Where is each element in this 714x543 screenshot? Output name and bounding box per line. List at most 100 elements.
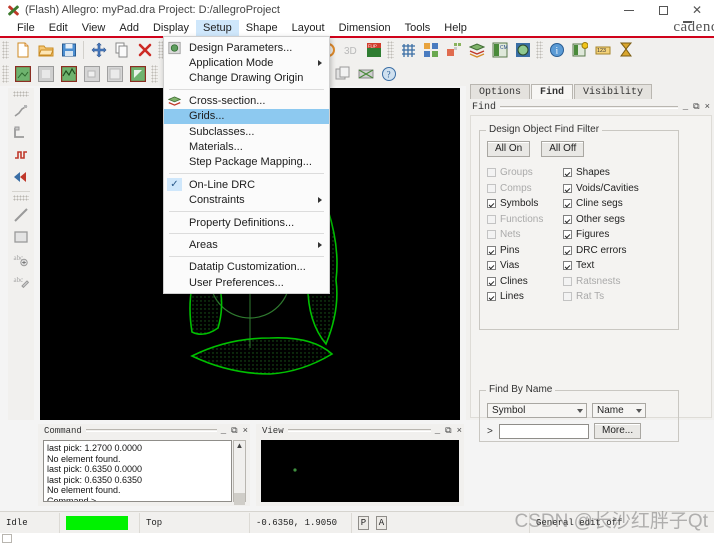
scroll-up-icon[interactable]: ▲ [236,441,244,450]
menu-setup[interactable]: Setup [196,20,239,37]
flip-design-icon[interactable]: FLIP [363,40,384,60]
tab-visibility[interactable]: Visibility [574,84,653,99]
constraint-manager-icon[interactable]: CM [489,40,510,60]
menu-item-online-drc[interactable]: ✓ On-Line DRC [164,177,329,192]
checkbox-voids-cavities[interactable] [563,183,572,193]
menu-dimension[interactable]: Dimension [332,20,398,37]
menu-item-property-definitions[interactable]: Property Definitions... [164,215,329,230]
place-manual-icon[interactable] [443,40,464,60]
command-scrollbar[interactable]: ▲ ▼ [233,440,246,505]
help-icon[interactable]: ? [378,64,399,84]
checkbox-text[interactable] [563,261,572,271]
checkbox-clines[interactable] [487,276,496,286]
menu-edit[interactable]: Edit [42,20,75,37]
show-element-icon[interactable]: i [546,40,567,60]
all-on-button[interactable]: All On [487,141,531,157]
shape-manual-void-icon[interactable] [127,64,148,84]
add-rect-icon[interactable] [10,226,32,248]
layers-icon[interactable] [466,40,487,60]
edit-text-icon[interactable]: abc [10,270,32,292]
checkbox-drc-errors[interactable] [563,245,572,255]
new-file-icon[interactable] [12,40,33,60]
checkbox-vias[interactable] [487,261,496,271]
checkbox-nets[interactable] [487,230,496,240]
view-3d-icon[interactable]: 3D [340,40,361,60]
all-off-button[interactable]: All Off [541,141,585,157]
open-file-icon[interactable] [35,40,56,60]
more-button[interactable]: More... [594,423,642,439]
command-close-icon[interactable]: × [243,426,248,436]
menu-add[interactable]: Add [112,20,146,37]
toolbar-grip[interactable] [13,91,29,97]
checkbox-ratsnests[interactable] [563,276,572,286]
drc-update-icon[interactable] [569,40,590,60]
command-restore-icon[interactable]: ⧉ [231,426,237,436]
match-mode-select[interactable]: Name [592,403,646,418]
add-line-icon[interactable] [10,204,32,226]
minimize-icon[interactable] [612,0,646,20]
tab-options[interactable]: Options [470,84,531,99]
menu-item-grids[interactable]: Grids... [164,108,329,124]
menu-item-subclasses[interactable]: Subclasses... [164,124,329,139]
menu-layout[interactable]: Layout [285,20,332,37]
toolbar-grip[interactable] [387,41,394,59]
menu-item-application-mode[interactable]: Application Mode [164,55,329,70]
delete-icon[interactable] [134,40,155,60]
toolbar-grip[interactable] [2,65,9,83]
checkbox-figures[interactable] [563,230,572,240]
toolbar-grip[interactable] [151,65,158,83]
expand-prompt-icon[interactable]: > [487,426,494,437]
custom-smooth-icon[interactable] [10,166,32,188]
copy-icon[interactable] [111,40,132,60]
panel-close-icon[interactable]: × [705,102,710,112]
toolbar-grip[interactable] [2,41,9,59]
command-log[interactable]: last pick: 1.2700 0.0000 No element foun… [43,440,232,502]
view-minimize-icon[interactable]: _ [435,426,440,436]
menu-file[interactable]: File [10,20,42,37]
menu-item-design-parameters[interactable]: Design Parameters... [164,40,329,55]
checkbox-shapes[interactable] [563,168,572,178]
menu-item-change-drawing-origin[interactable]: Change Drawing Origin [164,71,329,86]
panel-restore-icon[interactable]: ⧉ [693,102,699,112]
menu-item-datatip-customization[interactable]: Datatip Customization... [164,260,329,275]
checkbox-cline-segs[interactable] [563,199,572,209]
find-by-name-input[interactable] [499,423,589,439]
shape-change-icon[interactable] [104,64,125,84]
menu-shape[interactable]: Shape [239,20,285,37]
slide-icon[interactable] [10,122,32,144]
save-icon[interactable] [58,40,79,60]
menu-item-materials[interactable]: Materials... [164,139,329,154]
move-icon[interactable] [88,40,109,60]
measure-icon[interactable]: 123 [592,40,613,60]
menu-help[interactable]: Help [437,20,474,37]
checkbox-other-segs[interactable] [563,214,572,224]
tab-find[interactable]: Find [531,84,574,99]
color-dialog-icon[interactable] [420,40,441,60]
maximize-icon[interactable] [646,0,680,20]
checkbox-rat-ts[interactable] [563,292,572,302]
shape-edit-boundary-icon[interactable] [58,64,79,84]
checkbox-pins[interactable] [487,245,496,255]
shape-delete-island-icon[interactable] [81,64,102,84]
status-layer[interactable]: Top [140,512,250,533]
scrollbar-thumb[interactable] [234,493,245,505]
checkbox-comps[interactable] [487,183,496,193]
checkbox-lines[interactable] [487,292,496,302]
view-restore-icon[interactable]: ⧉ [445,426,451,436]
menu-item-user-preferences[interactable]: User Preferences... [164,275,329,290]
pick-button[interactable]: P [358,515,369,530]
view-close-icon[interactable]: × [457,426,462,436]
menu-item-constraints[interactable]: Constraints [164,193,329,208]
menu-item-cross-section[interactable]: Cross-section... [164,93,329,108]
panel-minimize-icon[interactable]: _ [683,102,688,112]
world-view-canvas[interactable] [261,440,459,502]
checkbox-symbols[interactable] [487,199,496,209]
film-icon[interactable] [355,64,376,84]
toolbar-grip[interactable] [536,41,543,59]
menu-display[interactable]: Display [146,20,196,37]
status-icon[interactable] [615,40,636,60]
delay-tune-icon[interactable] [10,144,32,166]
toolbar-grip[interactable] [13,195,29,201]
grid-toggle-icon[interactable] [397,40,418,60]
add-connect-icon[interactable] [10,100,32,122]
